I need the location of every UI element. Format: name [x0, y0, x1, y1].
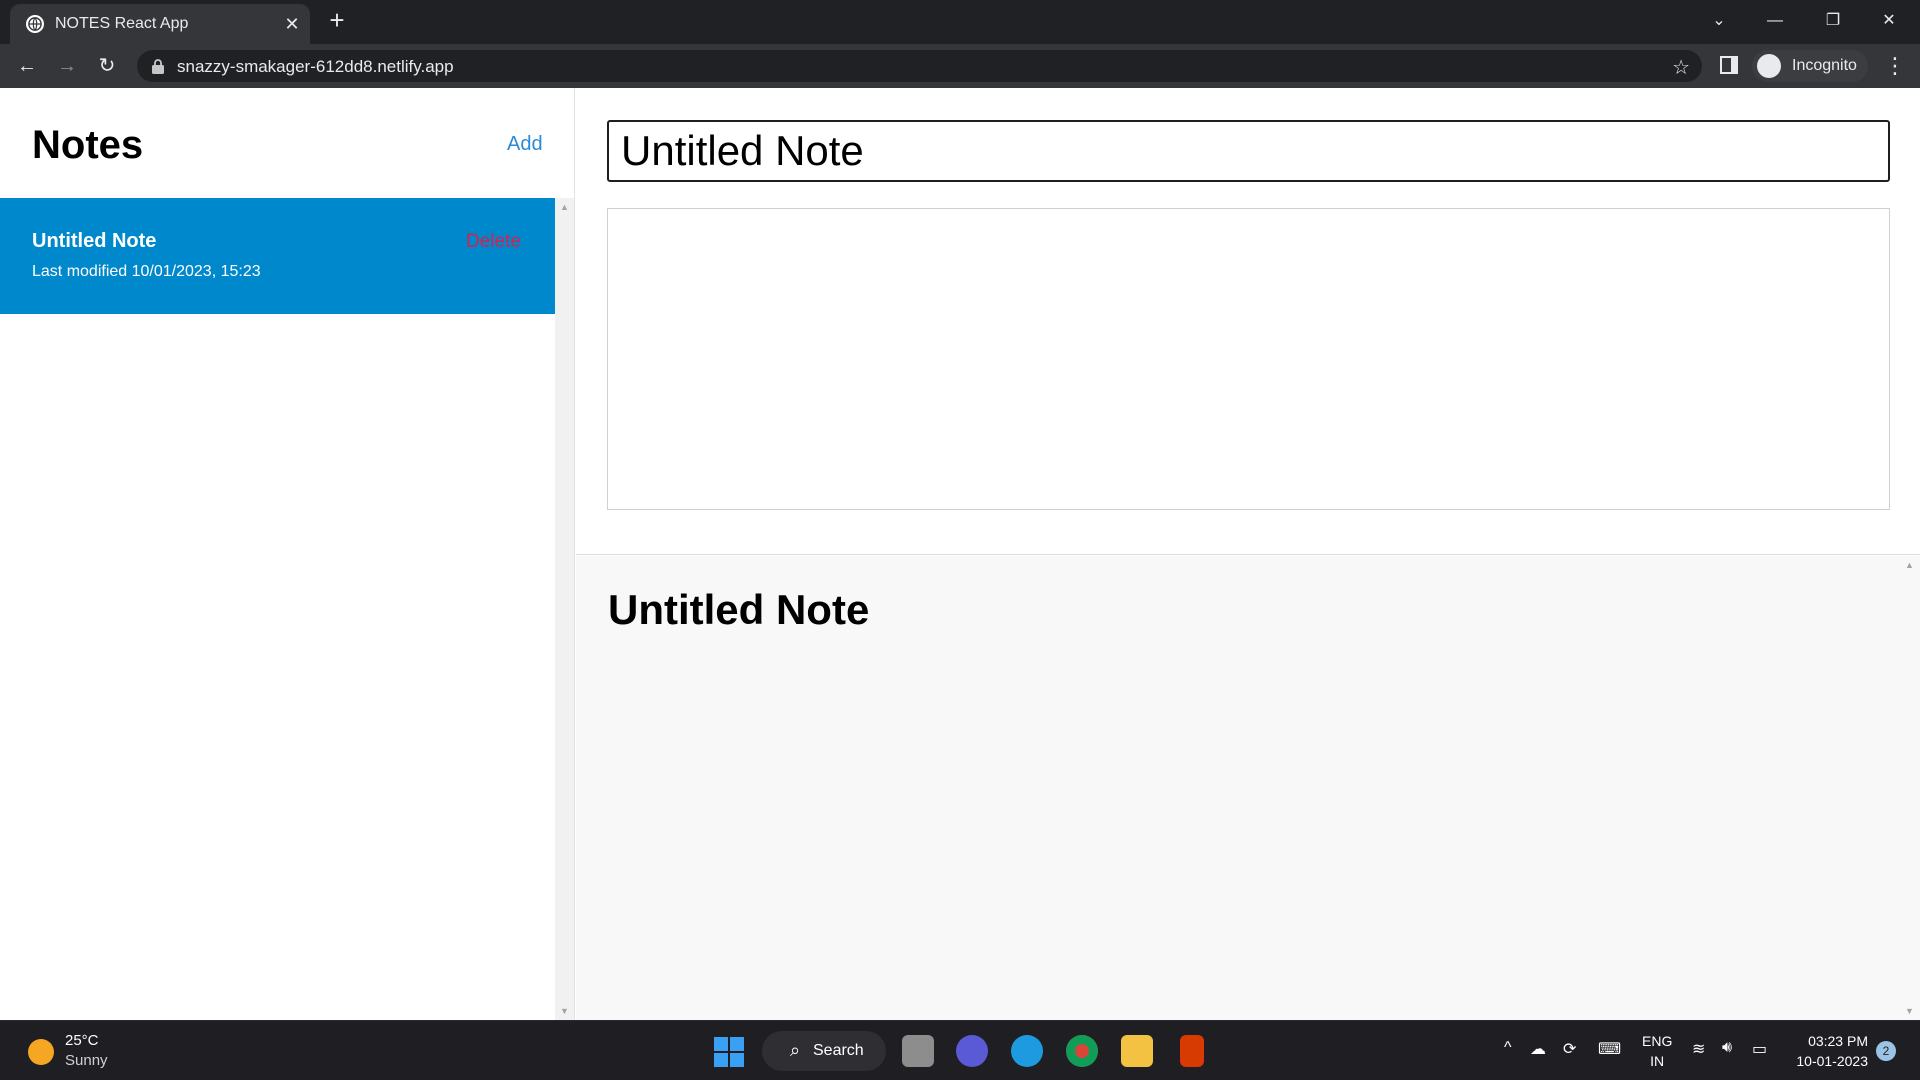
tab-search-chevron-icon[interactable]: ⌄ [1704, 6, 1734, 36]
volume-icon[interactable]: 🔊︎ [1722, 1039, 1732, 1057]
teams-chat-icon[interactable] [956, 1035, 988, 1067]
reload-icon[interactable]: ↻ [93, 52, 121, 80]
file-explorer-icon[interactable] [1121, 1035, 1153, 1067]
clock-time: 03:23 PM [1808, 1033, 1868, 1049]
onedrive-cloud-icon[interactable]: ☁ [1530, 1039, 1546, 1059]
wifi-icon[interactable]: ≋ [1692, 1039, 1705, 1059]
language-code: ENG [1642, 1033, 1673, 1049]
back-arrow-icon[interactable]: ← [13, 52, 41, 80]
preview-title: Untitled Note [608, 586, 870, 633]
weather-temperature[interactable]: 25°C [65, 1032, 99, 1049]
lock-icon [152, 59, 164, 74]
windows-start-icon[interactable] [714, 1037, 744, 1067]
note-body-textarea[interactable] [607, 208, 1890, 510]
notes-app: Notes Add Untitled Note Delete Last modi… [0, 88, 1920, 1020]
sun-icon[interactable] [28, 1039, 54, 1065]
keyboard-icon[interactable]: ⌨ [1598, 1039, 1621, 1059]
preview-scroll-down-arrow-icon[interactable]: ▼ [1900, 1004, 1919, 1018]
preview-scroll-up-arrow-icon[interactable]: ▲ [1900, 558, 1919, 572]
address-bar[interactable]: snazzy-smakager-612dd8.netlify.app ☆ [137, 50, 1702, 82]
note-item-title: Untitled Note [32, 230, 157, 252]
close-tab-icon[interactable]: ✕ [282, 14, 302, 34]
browser-toolbar: ← → ↻ snazzy-smakager-612dd8.netlify.app… [0, 44, 1920, 88]
weather-description[interactable]: Sunny [65, 1052, 108, 1069]
search-icon: ⌕ [790, 1040, 801, 1060]
url-text: snazzy-smakager-612dd8.netlify.app [177, 57, 454, 76]
sidebar-scrollbar[interactable]: ▲ ▼ [555, 198, 574, 1020]
taskbar-search-label: Search [813, 1042, 864, 1059]
incognito-icon [1757, 54, 1781, 78]
scroll-down-arrow-icon[interactable]: ▼ [555, 1004, 574, 1018]
restore-icon[interactable]: ❐ [1818, 6, 1848, 36]
windows-taskbar: 25°C Sunny ⌕ Search ^ ☁ ⟳ ⌨ ENG IN ≋ 🔊︎ … [0, 1020, 1920, 1080]
incognito-profile-button[interactable]: Incognito [1752, 50, 1868, 82]
note-preview: Untitled Note ▲ ▼ [576, 556, 1920, 1020]
language-region: IN [1650, 1053, 1665, 1069]
show-hidden-icons-chevron-icon[interactable]: ^ [1504, 1039, 1512, 1057]
preview-scrollbar[interactable]: ▲ ▼ [1900, 556, 1920, 1020]
sync-icon[interactable]: ⟳ [1563, 1039, 1576, 1059]
notes-sidebar: Notes Add Untitled Note Delete Last modi… [0, 88, 575, 1020]
sidebar-header: Notes Add [0, 88, 555, 198]
clock-date: 10-01-2023 [1796, 1053, 1868, 1069]
scroll-up-arrow-icon[interactable]: ▲ [555, 200, 574, 214]
note-item-last-modified: Last modified 10/01/2023, 15:23 [32, 263, 261, 280]
note-list-item[interactable]: Untitled Note Delete Last modified 10/01… [0, 198, 555, 314]
office-icon[interactable] [1180, 1035, 1204, 1067]
note-editor [576, 88, 1920, 555]
bookmark-star-icon[interactable]: ☆ [1672, 55, 1690, 80]
incognito-label: Incognito [1792, 57, 1857, 74]
sidebar-title: Notes [32, 123, 144, 167]
task-view-icon[interactable] [902, 1035, 934, 1067]
window-close-icon[interactable]: ✕ [1874, 6, 1904, 36]
edge-browser-icon[interactable] [1011, 1035, 1043, 1067]
note-title-input[interactable] [607, 120, 1890, 182]
add-note-button[interactable]: Add [507, 133, 543, 156]
note-list: Untitled Note Delete Last modified 10/01… [0, 198, 555, 1020]
browser-tab[interactable]: NOTES React App ✕ [10, 4, 310, 44]
taskbar-search-button[interactable]: ⌕ Search [762, 1031, 886, 1071]
chrome-browser-icon[interactable] [1066, 1035, 1098, 1067]
tab-title: NOTES React App [55, 15, 189, 32]
notification-badge[interactable]: 2 [1876, 1041, 1896, 1061]
side-panel-icon[interactable] [1720, 56, 1738, 74]
system-clock[interactable]: 03:23 PM 10-01-2023 [1790, 1031, 1868, 1071]
minimize-icon[interactable]: — [1760, 6, 1790, 36]
forward-arrow-icon[interactable]: → [53, 52, 81, 80]
new-tab-icon[interactable]: + [325, 7, 349, 33]
globe-icon [26, 15, 44, 33]
input-language-indicator[interactable]: ENG IN [1642, 1031, 1672, 1071]
browser-tab-strip: NOTES React App ✕ + ⌄ — ❐ ✕ [0, 0, 1920, 44]
browser-menu-icon[interactable]: ⋮ [1884, 52, 1906, 80]
battery-icon[interactable]: ▭ [1752, 1039, 1767, 1059]
delete-note-button[interactable]: Delete [466, 231, 521, 253]
